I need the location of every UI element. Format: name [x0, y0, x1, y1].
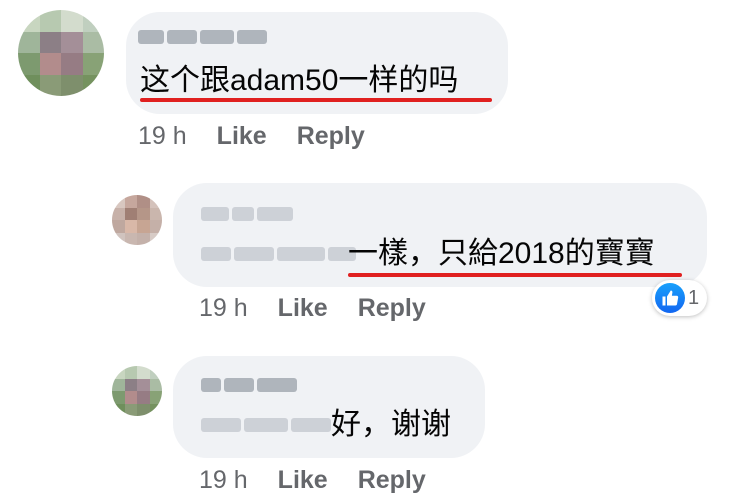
comment-bubble-2: 一樣，只給2018的寶寶: [173, 183, 707, 287]
comment-text: 一樣，只給2018的寶寶: [348, 237, 655, 270]
reply-button[interactable]: Reply: [358, 466, 426, 495]
mention-redacted[interactable]: [201, 418, 331, 432]
comment-timestamp[interactable]: 19 h: [199, 466, 248, 495]
commenter-name-redacted[interactable]: [138, 30, 267, 44]
thumbs-up-icon: [655, 283, 685, 313]
reply-button[interactable]: Reply: [297, 122, 365, 151]
reaction-count-badge[interactable]: 1: [652, 280, 708, 316]
like-button[interactable]: Like: [278, 466, 328, 495]
comment-bubble-3: 好，谢谢: [173, 356, 485, 458]
reply-button[interactable]: Reply: [358, 294, 426, 323]
commenter-name-redacted[interactable]: [201, 378, 297, 392]
comment-actions-1: 19 h Like Reply: [138, 122, 365, 151]
comment-timestamp[interactable]: 19 h: [138, 122, 187, 151]
like-button[interactable]: Like: [217, 122, 267, 151]
comment-actions-2: 19 h Like Reply: [199, 294, 426, 323]
commenter-avatar-1[interactable]: [18, 10, 104, 96]
mention-redacted[interactable]: [201, 247, 356, 261]
commenter-avatar-2[interactable]: [112, 195, 162, 245]
like-button[interactable]: Like: [278, 294, 328, 323]
comment-timestamp[interactable]: 19 h: [199, 294, 248, 323]
reaction-count: 1: [688, 286, 700, 309]
highlight-underline: [348, 273, 682, 277]
comment-text: 好，谢谢: [331, 408, 451, 441]
comment-bubble-1: 这个跟adam50一样的吗: [126, 12, 508, 114]
commenter-name-redacted[interactable]: [201, 207, 293, 221]
highlight-underline: [140, 98, 492, 102]
comment-actions-3: 19 h Like Reply: [199, 466, 426, 495]
comment-text: 这个跟adam50一样的吗: [140, 64, 459, 97]
commenter-avatar-3[interactable]: [112, 366, 162, 416]
